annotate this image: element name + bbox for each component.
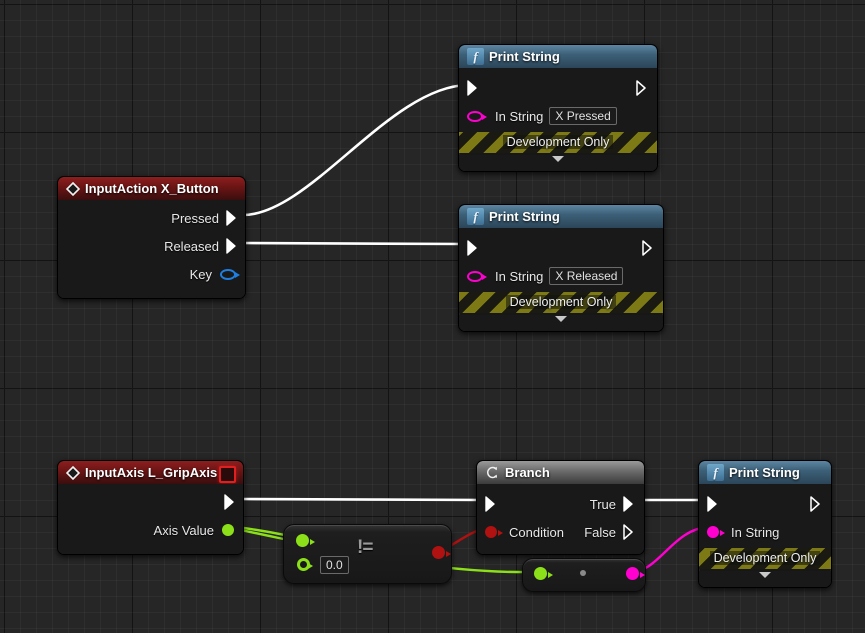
pin-label-true: True bbox=[589, 496, 616, 512]
float-in-pin[interactable] bbox=[534, 567, 553, 580]
event-diamond-icon bbox=[66, 465, 80, 480]
float-out-axis-value-pin[interactable] bbox=[222, 524, 234, 536]
in-string-value-field[interactable]: X Pressed bbox=[549, 107, 617, 125]
branch-loop-icon bbox=[485, 465, 500, 480]
development-only-label: Development Only bbox=[505, 295, 617, 309]
float-in-a-pin[interactable] bbox=[296, 534, 315, 547]
pin-row-axis-value[interactable]: Axis Value bbox=[58, 516, 243, 544]
string-in-pin[interactable] bbox=[467, 270, 487, 282]
node-print-string-x-pressed[interactable]: f Print String In String X Pressed Devel… bbox=[458, 44, 658, 172]
pin-row-released[interactable]: Released bbox=[58, 232, 245, 260]
exec-in-pin[interactable] bbox=[485, 496, 498, 512]
exec-row[interactable] bbox=[699, 490, 831, 518]
pin-row-pressed[interactable]: Pressed bbox=[58, 204, 245, 232]
wire-pressed-to-print-pressed bbox=[242, 83, 469, 217]
function-f-icon: f bbox=[707, 464, 724, 481]
pin-row-in-string[interactable]: In String X Pressed bbox=[459, 102, 657, 130]
node-print-string-axis[interactable]: f Print String In String Development Onl… bbox=[698, 460, 832, 588]
node-title: Print String bbox=[489, 49, 560, 64]
bool-in-condition-pin[interactable] bbox=[485, 526, 503, 538]
in-string-value-field[interactable]: X Released bbox=[549, 267, 624, 285]
node-body: True Condition False bbox=[477, 484, 644, 554]
node-body: In String bbox=[699, 484, 831, 548]
pin-label-key: Key bbox=[189, 266, 212, 282]
pin-label-in-string: In String bbox=[495, 268, 544, 284]
row-condition-and-false[interactable]: Condition False bbox=[477, 518, 644, 546]
node-title: Branch bbox=[505, 465, 550, 480]
node-body: In String X Pressed bbox=[459, 68, 657, 132]
node-branch[interactable]: Branch True Condition False bbox=[476, 460, 645, 555]
node-header[interactable]: Branch bbox=[477, 461, 644, 484]
red-square-badge-icon[interactable] bbox=[219, 466, 236, 483]
wire-axis-exec-to-branch bbox=[240, 497, 487, 502]
exec-out-true-pin[interactable] bbox=[623, 496, 636, 512]
exec-in-pin[interactable] bbox=[707, 496, 720, 512]
development-only-band: Development Only bbox=[459, 132, 657, 153]
exec-out-pin[interactable] bbox=[224, 494, 237, 510]
string-in-pin[interactable] bbox=[467, 110, 487, 122]
bool-out-pin[interactable] bbox=[432, 546, 451, 559]
row-exec-and-true[interactable]: True bbox=[477, 490, 644, 518]
exec-row[interactable] bbox=[459, 234, 663, 262]
node-body: Axis Value bbox=[58, 484, 243, 554]
pin-label-released: Released bbox=[164, 238, 219, 254]
wire-released-to-print-released bbox=[242, 241, 469, 246]
expand-advanced-caret[interactable] bbox=[699, 571, 831, 587]
development-only-band: Development Only bbox=[699, 548, 831, 569]
expand-advanced-caret[interactable] bbox=[459, 315, 663, 331]
node-title: Print String bbox=[489, 209, 560, 224]
node-not-equal-float[interactable]: 0.0 != bbox=[283, 524, 452, 584]
pin-label-axis-value: Axis Value bbox=[153, 522, 214, 538]
node-print-string-x-released[interactable]: f Print String In String X Released Deve… bbox=[458, 204, 664, 332]
node-body: Pressed Released Key bbox=[58, 200, 245, 298]
node-header[interactable]: f Print String bbox=[699, 461, 831, 484]
node-header[interactable]: f Print String bbox=[459, 45, 657, 68]
exec-in-pin[interactable] bbox=[467, 80, 480, 96]
string-in-pin[interactable] bbox=[707, 526, 725, 538]
exec-row[interactable] bbox=[459, 74, 657, 102]
float-in-b-pin[interactable] bbox=[297, 558, 313, 571]
node-title: InputAction X_Button bbox=[85, 181, 219, 196]
node-body: In String X Released bbox=[459, 228, 663, 292]
development-only-band: Development Only bbox=[459, 292, 663, 313]
development-only-label: Development Only bbox=[502, 135, 614, 149]
pin-label-pressed: Pressed bbox=[171, 210, 219, 226]
pin-label-condition: Condition bbox=[509, 524, 564, 540]
pin-row-in-string[interactable]: In String bbox=[699, 518, 831, 546]
node-header[interactable]: InputAction X_Button bbox=[58, 177, 245, 200]
pin-label-in-string: In String bbox=[731, 524, 780, 540]
function-f-icon: f bbox=[467, 48, 484, 65]
blueprint-event-graph-canvas[interactable]: InputAction X_Button Pressed Released Ke… bbox=[0, 0, 865, 633]
pin-label-in-string: In String bbox=[495, 108, 544, 124]
operator-label: != bbox=[357, 537, 373, 558]
string-out-pin[interactable] bbox=[626, 567, 645, 580]
exec-out-false-pin[interactable] bbox=[623, 524, 636, 540]
node-header[interactable]: f Print String bbox=[459, 205, 663, 228]
node-title: InputAxis L_GripAxis bbox=[85, 465, 218, 480]
conversion-dot-icon bbox=[580, 570, 586, 576]
function-f-icon: f bbox=[467, 208, 484, 225]
event-diamond-icon bbox=[66, 181, 80, 196]
node-header[interactable]: InputAxis L_GripAxis bbox=[58, 461, 243, 484]
exec-out-pin[interactable] bbox=[642, 240, 655, 256]
exec-out-pin[interactable] bbox=[636, 80, 649, 96]
node-float-to-string-conversion[interactable] bbox=[522, 558, 646, 592]
pin-label-false: False bbox=[584, 524, 616, 540]
not-equal-b-value-field[interactable]: 0.0 bbox=[320, 556, 349, 574]
expand-advanced-caret[interactable] bbox=[459, 155, 657, 171]
pin-row-key[interactable]: Key bbox=[58, 260, 245, 288]
exec-out-released-pin[interactable] bbox=[226, 238, 239, 254]
node-input-axis-l-gripaxis[interactable]: InputAxis L_GripAxis Axis Value bbox=[57, 460, 244, 555]
node-input-action-x-button[interactable]: InputAction X_Button Pressed Released Ke… bbox=[57, 176, 246, 299]
development-only-label: Development Only bbox=[709, 551, 821, 565]
struct-out-key-pin[interactable] bbox=[220, 268, 240, 280]
pin-row-in-string[interactable]: In String X Released bbox=[459, 262, 663, 290]
exec-in-pin[interactable] bbox=[467, 240, 480, 256]
node-title: Print String bbox=[729, 465, 800, 480]
exec-out-pin[interactable] bbox=[810, 496, 823, 512]
exec-out-pressed-pin[interactable] bbox=[226, 210, 239, 226]
pin-row-exec-out[interactable] bbox=[58, 488, 243, 516]
